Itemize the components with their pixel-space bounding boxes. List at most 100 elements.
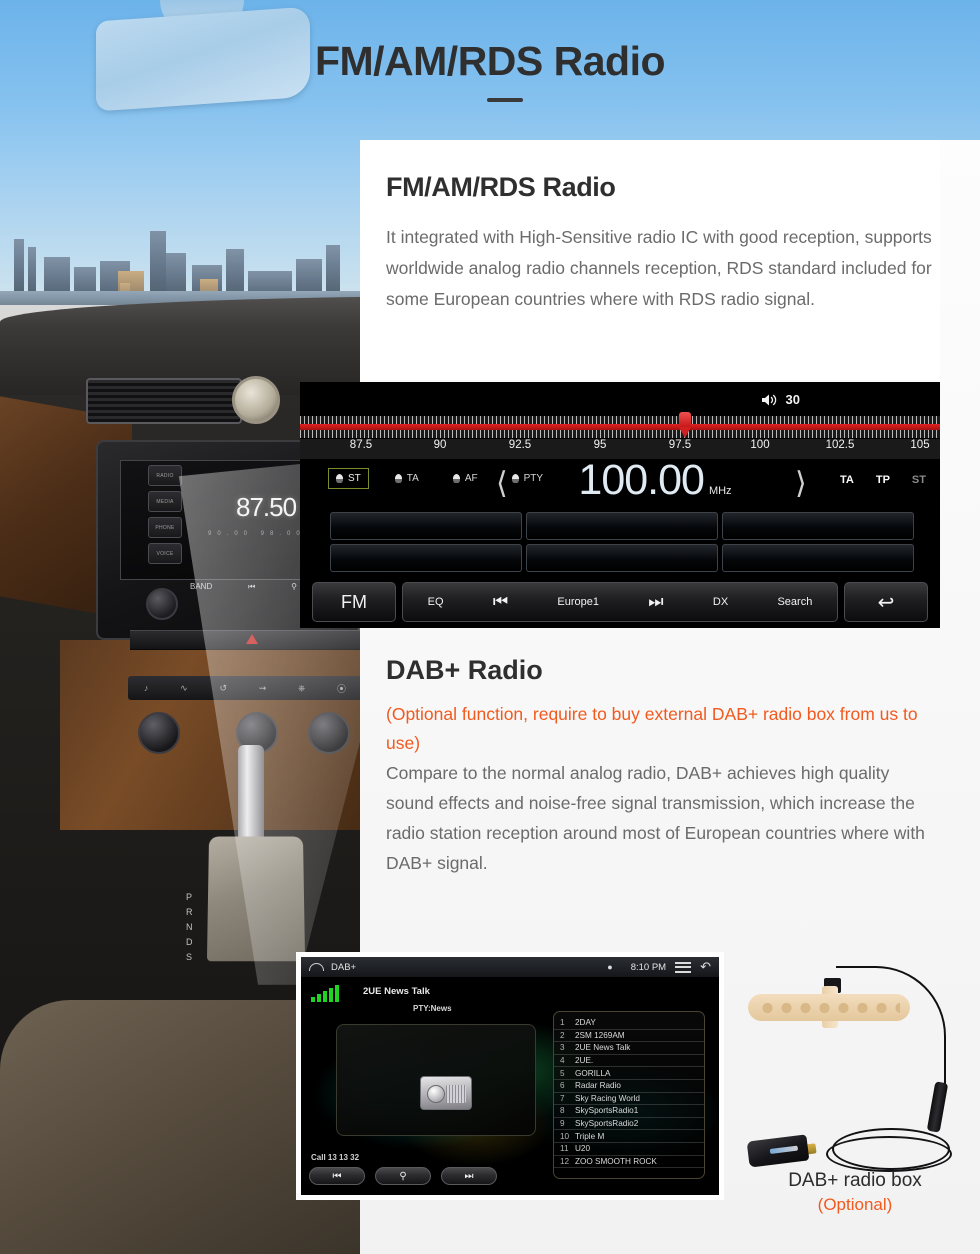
head-unit-button-column[interactable]: RADIO MEDIA PHONE VOICE [148, 465, 182, 570]
tick-label-1: 90 [433, 439, 447, 451]
rds-flag-ta[interactable]: TA [387, 468, 427, 489]
air-vent-left [86, 378, 242, 424]
fm-card-heading: FM/AM/RDS Radio [386, 172, 616, 202]
dab-optional-note: (Optional function, require to buy exter… [386, 704, 918, 753]
rds-flag-af[interactable]: AF [445, 468, 486, 489]
page-title: FM/AM/RDS Radio [314, 38, 666, 84]
back-arrow-icon[interactable]: ↶ [700, 959, 711, 975]
station-name: SkySportsRadio2 [575, 1119, 639, 1129]
preset-button-1[interactable] [330, 512, 522, 540]
list-item[interactable]: 7 Sky Racing World [554, 1093, 704, 1106]
dab-box-product-photo: DAB+ radio box (Optional) [740, 952, 970, 1214]
list-item[interactable]: 6 Radar Radio [554, 1080, 704, 1093]
led-indicator-icon [336, 474, 343, 483]
antenna-cable [836, 966, 946, 1091]
tick-label-0: 87.5 [349, 439, 373, 451]
band-button[interactable]: FM [312, 582, 396, 622]
analog-clock [232, 376, 280, 424]
film-antenna [748, 994, 910, 1021]
artwork-panel [336, 1024, 536, 1136]
chevron-right-icon[interactable]: ⟩ [795, 466, 807, 501]
station-name: 2UE News Talk [575, 1043, 631, 1053]
station-number: 5 [560, 1068, 565, 1078]
dab-radio-screenshot: DAB+ ● 8:10 PM ↶ 2UE News Talk PTY:News … [296, 952, 724, 1200]
home-icon[interactable] [309, 963, 324, 971]
status-flag-st: ST [911, 474, 926, 486]
gear-position-indicator: PRNDS [186, 892, 194, 962]
fm-toolbar-center: EQ ⏮ Europe1 ⏭ DX Search [402, 582, 838, 622]
skip-previous-icon[interactable]: ⏮ [309, 1167, 365, 1185]
list-item[interactable]: 8 SkySportsRadio1 [554, 1105, 704, 1118]
preset-button-4[interactable] [330, 544, 522, 572]
head-unit-button-phone[interactable]: PHONE [148, 517, 182, 538]
station-name: 2UE. [575, 1056, 594, 1066]
dab-main-stage: 2UE News Talk PTY:News 1 2DAY 2 2SM 1269… [301, 977, 719, 1179]
list-item[interactable]: 3 2UE News Talk [554, 1042, 704, 1055]
led-indicator-icon [511, 474, 519, 483]
list-item[interactable]: 9 SkySportsRadio2 [554, 1118, 704, 1131]
station-name: Sky Racing World [575, 1093, 640, 1103]
list-item[interactable]: 4 2UE. [554, 1055, 704, 1068]
volume-knob[interactable] [146, 588, 178, 620]
list-item[interactable]: 1 2DAY [554, 1017, 704, 1030]
dx-button[interactable]: DX [713, 596, 728, 608]
hamburger-menu-icon[interactable] [675, 959, 692, 975]
skip-previous-icon[interactable]: ⏮ [493, 592, 508, 612]
cable-coil-inner [826, 1136, 952, 1172]
station-number: 10 [560, 1131, 570, 1141]
station-number: 4 [560, 1056, 565, 1066]
list-item[interactable]: 10 Triple M [554, 1130, 704, 1143]
climate-knob-left[interactable] [138, 712, 180, 754]
tick-label-3: 95 [593, 439, 607, 451]
list-item[interactable]: 11 U20 [554, 1143, 704, 1156]
list-item[interactable]: 5 GORILLA [554, 1067, 704, 1080]
frequency-value: 100.00 [578, 456, 705, 504]
dab-status-bar: DAB+ ● 8:10 PM ↶ [301, 957, 719, 977]
call-number-text: Call 13 13 32 [311, 1153, 360, 1162]
station-number: 12 [560, 1156, 570, 1166]
preset-grid[interactable] [330, 512, 914, 572]
tuner-needle[interactable] [679, 412, 691, 438]
eq-button[interactable]: EQ [428, 596, 444, 608]
list-item[interactable]: 12 ZOO SMOOTH ROCK [554, 1156, 704, 1169]
rds-flag-st[interactable]: ST [328, 468, 369, 489]
pty-label: PTY:News [413, 1004, 452, 1013]
tuner-scale[interactable] [300, 416, 940, 438]
speaker-icon [761, 394, 776, 405]
preset-button-6[interactable] [722, 544, 914, 572]
dab-card-body: Compare to the normal analog radio, DAB+… [386, 763, 925, 873]
rds-flag-group[interactable]: ST TA AF PTY [328, 468, 551, 489]
preset-button-3[interactable] [722, 512, 914, 540]
frequency-unit: MHz [708, 485, 732, 497]
skip-next-icon[interactable]: ⏭ [648, 592, 663, 612]
list-item[interactable]: 2 2SM 1269AM [554, 1030, 704, 1043]
head-unit-button-media[interactable]: MEDIA [148, 491, 182, 512]
search-icon[interactable]: ⚲ [375, 1167, 431, 1185]
station-name: 2DAY [575, 1018, 596, 1028]
back-button[interactable]: ↩ [844, 582, 928, 622]
seat-heat-icon[interactable]: ♪ [144, 683, 149, 693]
station-name-button[interactable]: Europe1 [557, 596, 599, 608]
head-unit-button-radio[interactable]: RADIO [148, 465, 182, 486]
status-flag-tp: TP [875, 474, 890, 486]
station-list[interactable]: 1 2DAY 2 2SM 1269AM 3 2UE News Talk 4 2U… [553, 1011, 705, 1179]
head-unit-button-voice[interactable]: VOICE [148, 543, 182, 564]
station-number: 9 [560, 1119, 565, 1129]
defrost-icon[interactable]: ∿ [180, 683, 188, 694]
station-name: 2SM 1269AM [575, 1030, 625, 1040]
signal-bars-icon [311, 985, 339, 1002]
led-indicator-icon [394, 474, 402, 483]
fm-main-row: ST TA AF PTY ⟨ 100.00 MHz ⟩ TA TP ST [300, 456, 940, 512]
preset-button-5[interactable] [526, 544, 718, 572]
frequency-display: 100.00 MHz [525, 456, 785, 505]
search-button[interactable]: Search [777, 596, 812, 608]
preset-button-2[interactable] [526, 512, 718, 540]
dab-title: DAB+ [331, 961, 357, 973]
dab-box-optional-label: (Optional) [817, 1195, 893, 1214]
chevron-left-icon[interactable]: ⟨ [496, 466, 508, 501]
led-indicator-icon [452, 474, 460, 483]
status-flag-group: TA TP ST [840, 474, 926, 486]
station-number: 8 [560, 1106, 565, 1116]
skip-next-icon[interactable]: ⏭ [441, 1167, 497, 1185]
station-number: 6 [560, 1081, 565, 1091]
